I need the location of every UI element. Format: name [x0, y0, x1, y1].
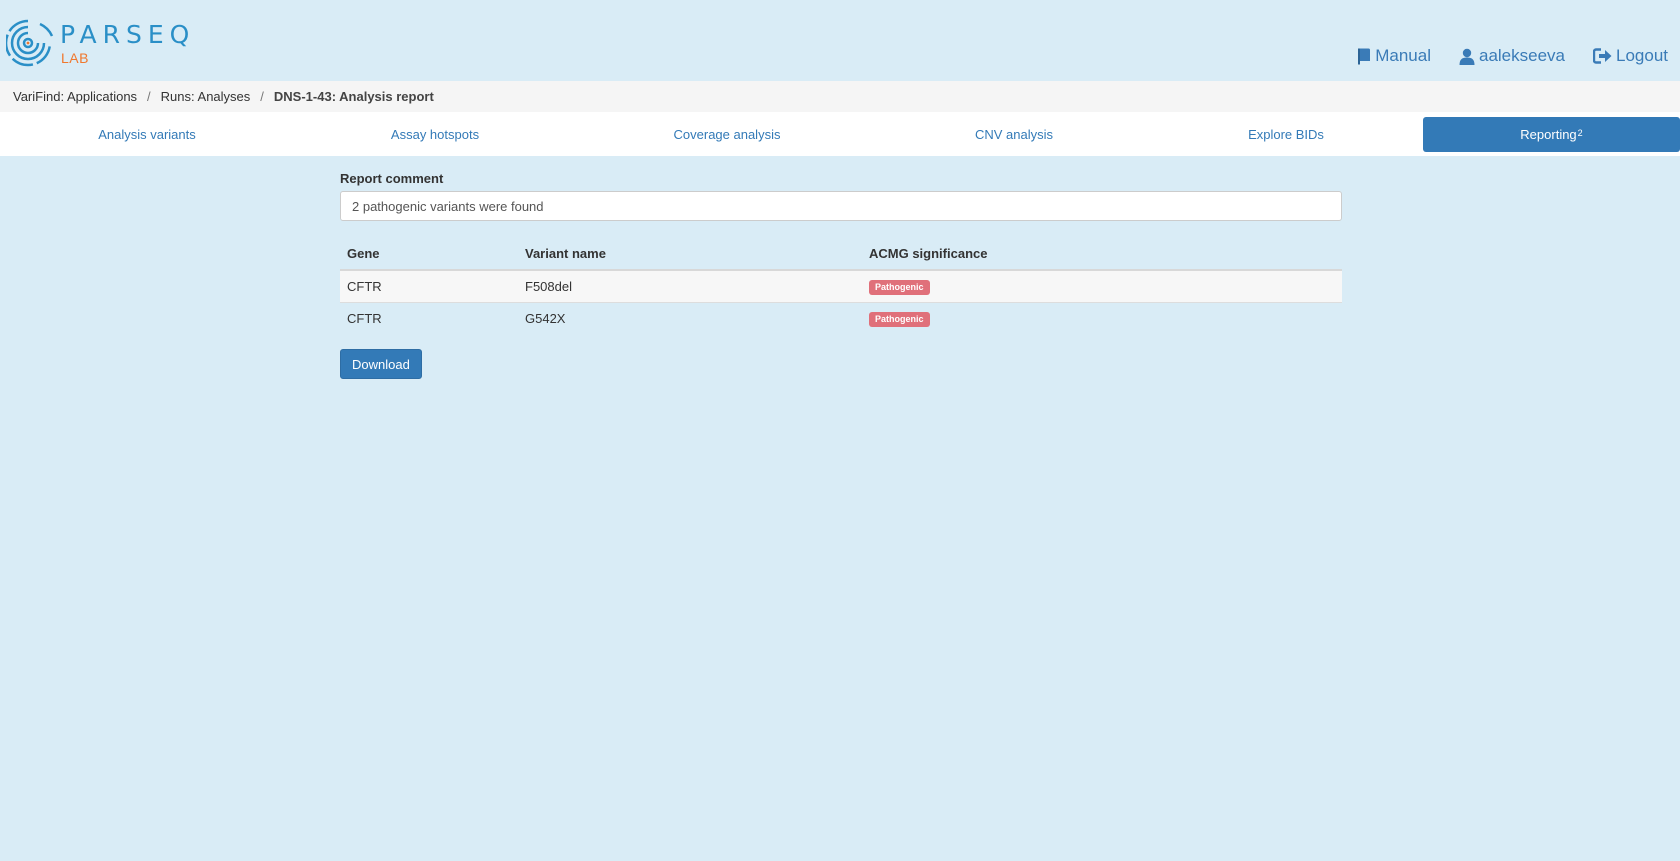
column-header-acmg-significance: ACMG significance	[862, 238, 1342, 271]
logo-rings-icon	[6, 19, 54, 67]
tab-label: Explore BIDs	[1248, 127, 1324, 142]
tab-assay-hotspots[interactable]: Assay hotspots	[294, 117, 576, 152]
tab-label: Coverage analysis	[673, 127, 781, 142]
tab-coverage-analysis[interactable]: Coverage analysis	[576, 117, 878, 152]
tab-count-badge: 2	[1577, 127, 1583, 138]
column-header-variant-name: Variant name	[518, 238, 862, 271]
logout-icon	[1593, 48, 1612, 64]
parseq-lab-logo[interactable]: PARSEQ LAB	[6, 16, 196, 70]
variant-name-cell: F508del	[518, 269, 862, 302]
breadcrumb-applications[interactable]: VariFind: Applications	[13, 89, 137, 104]
pathogenic-badge: Pathogenic	[869, 311, 930, 327]
variant-name-cell: G542X	[518, 301, 862, 334]
logout-label: Logout	[1616, 46, 1668, 65]
logo-subtitle: LAB	[61, 50, 89, 66]
manual-label: Manual	[1375, 46, 1431, 65]
table-row[interactable]: CFTR F508del Pathogenic	[340, 269, 1342, 302]
pathogenic-badge: Pathogenic	[869, 279, 930, 295]
logout-link[interactable]: Logout	[1593, 46, 1668, 66]
username-label: aalekseeva	[1478, 46, 1565, 65]
logo-wordmark: PARSEQ	[60, 20, 196, 49]
report-comment-input[interactable]	[340, 191, 1342, 221]
breadcrumb: VariFind: Applications / Runs: Analyses …	[0, 81, 1680, 112]
significance-cell: Pathogenic	[862, 269, 1342, 302]
gene-cell: CFTR	[340, 301, 518, 334]
user-icon	[1459, 48, 1475, 65]
column-header-gene: Gene	[340, 238, 518, 271]
book-icon	[1358, 48, 1371, 64]
table-header-row: Gene Variant name ACMG significance	[340, 238, 1342, 271]
breadcrumb-current-page: DNS-1-43: Analysis report	[273, 89, 434, 104]
variants-table: Gene Variant name ACMG significance CFTR…	[340, 238, 1342, 334]
gene-cell: CFTR	[340, 269, 518, 302]
breadcrumb-analyses[interactable]: Runs: Analyses	[161, 89, 251, 104]
breadcrumb-separator: /	[147, 89, 151, 104]
significance-cell: Pathogenic	[862, 301, 1342, 334]
report-comment-label: Report comment	[340, 171, 444, 186]
app-header: PARSEQ LAB Manual aalekseeva Logout	[0, 0, 1680, 81]
download-button[interactable]: Download	[340, 349, 422, 379]
tab-cnv-analysis[interactable]: CNV analysis	[878, 117, 1150, 152]
tab-analysis-variants[interactable]: Analysis variants	[0, 117, 294, 152]
table-row[interactable]: CFTR G542X Pathogenic	[340, 301, 1342, 334]
tab-label: Analysis variants	[98, 127, 196, 142]
tab-explore-bids[interactable]: Explore BIDs	[1150, 117, 1422, 152]
manual-link[interactable]: Manual	[1357, 46, 1431, 66]
user-menu[interactable]: aalekseeva	[1459, 46, 1565, 66]
tab-label: CNV analysis	[974, 127, 1054, 142]
analysis-tabs: Analysis variants Assay hotspots Coverag…	[0, 112, 1680, 156]
tab-label: Assay hotspots	[390, 127, 480, 142]
tab-label: Reporting	[1520, 127, 1577, 142]
top-navigation: Manual aalekseeva Logout	[1357, 46, 1668, 66]
breadcrumb-separator: /	[260, 89, 264, 104]
tab-reporting[interactable]: Reporting 2	[1423, 117, 1680, 152]
